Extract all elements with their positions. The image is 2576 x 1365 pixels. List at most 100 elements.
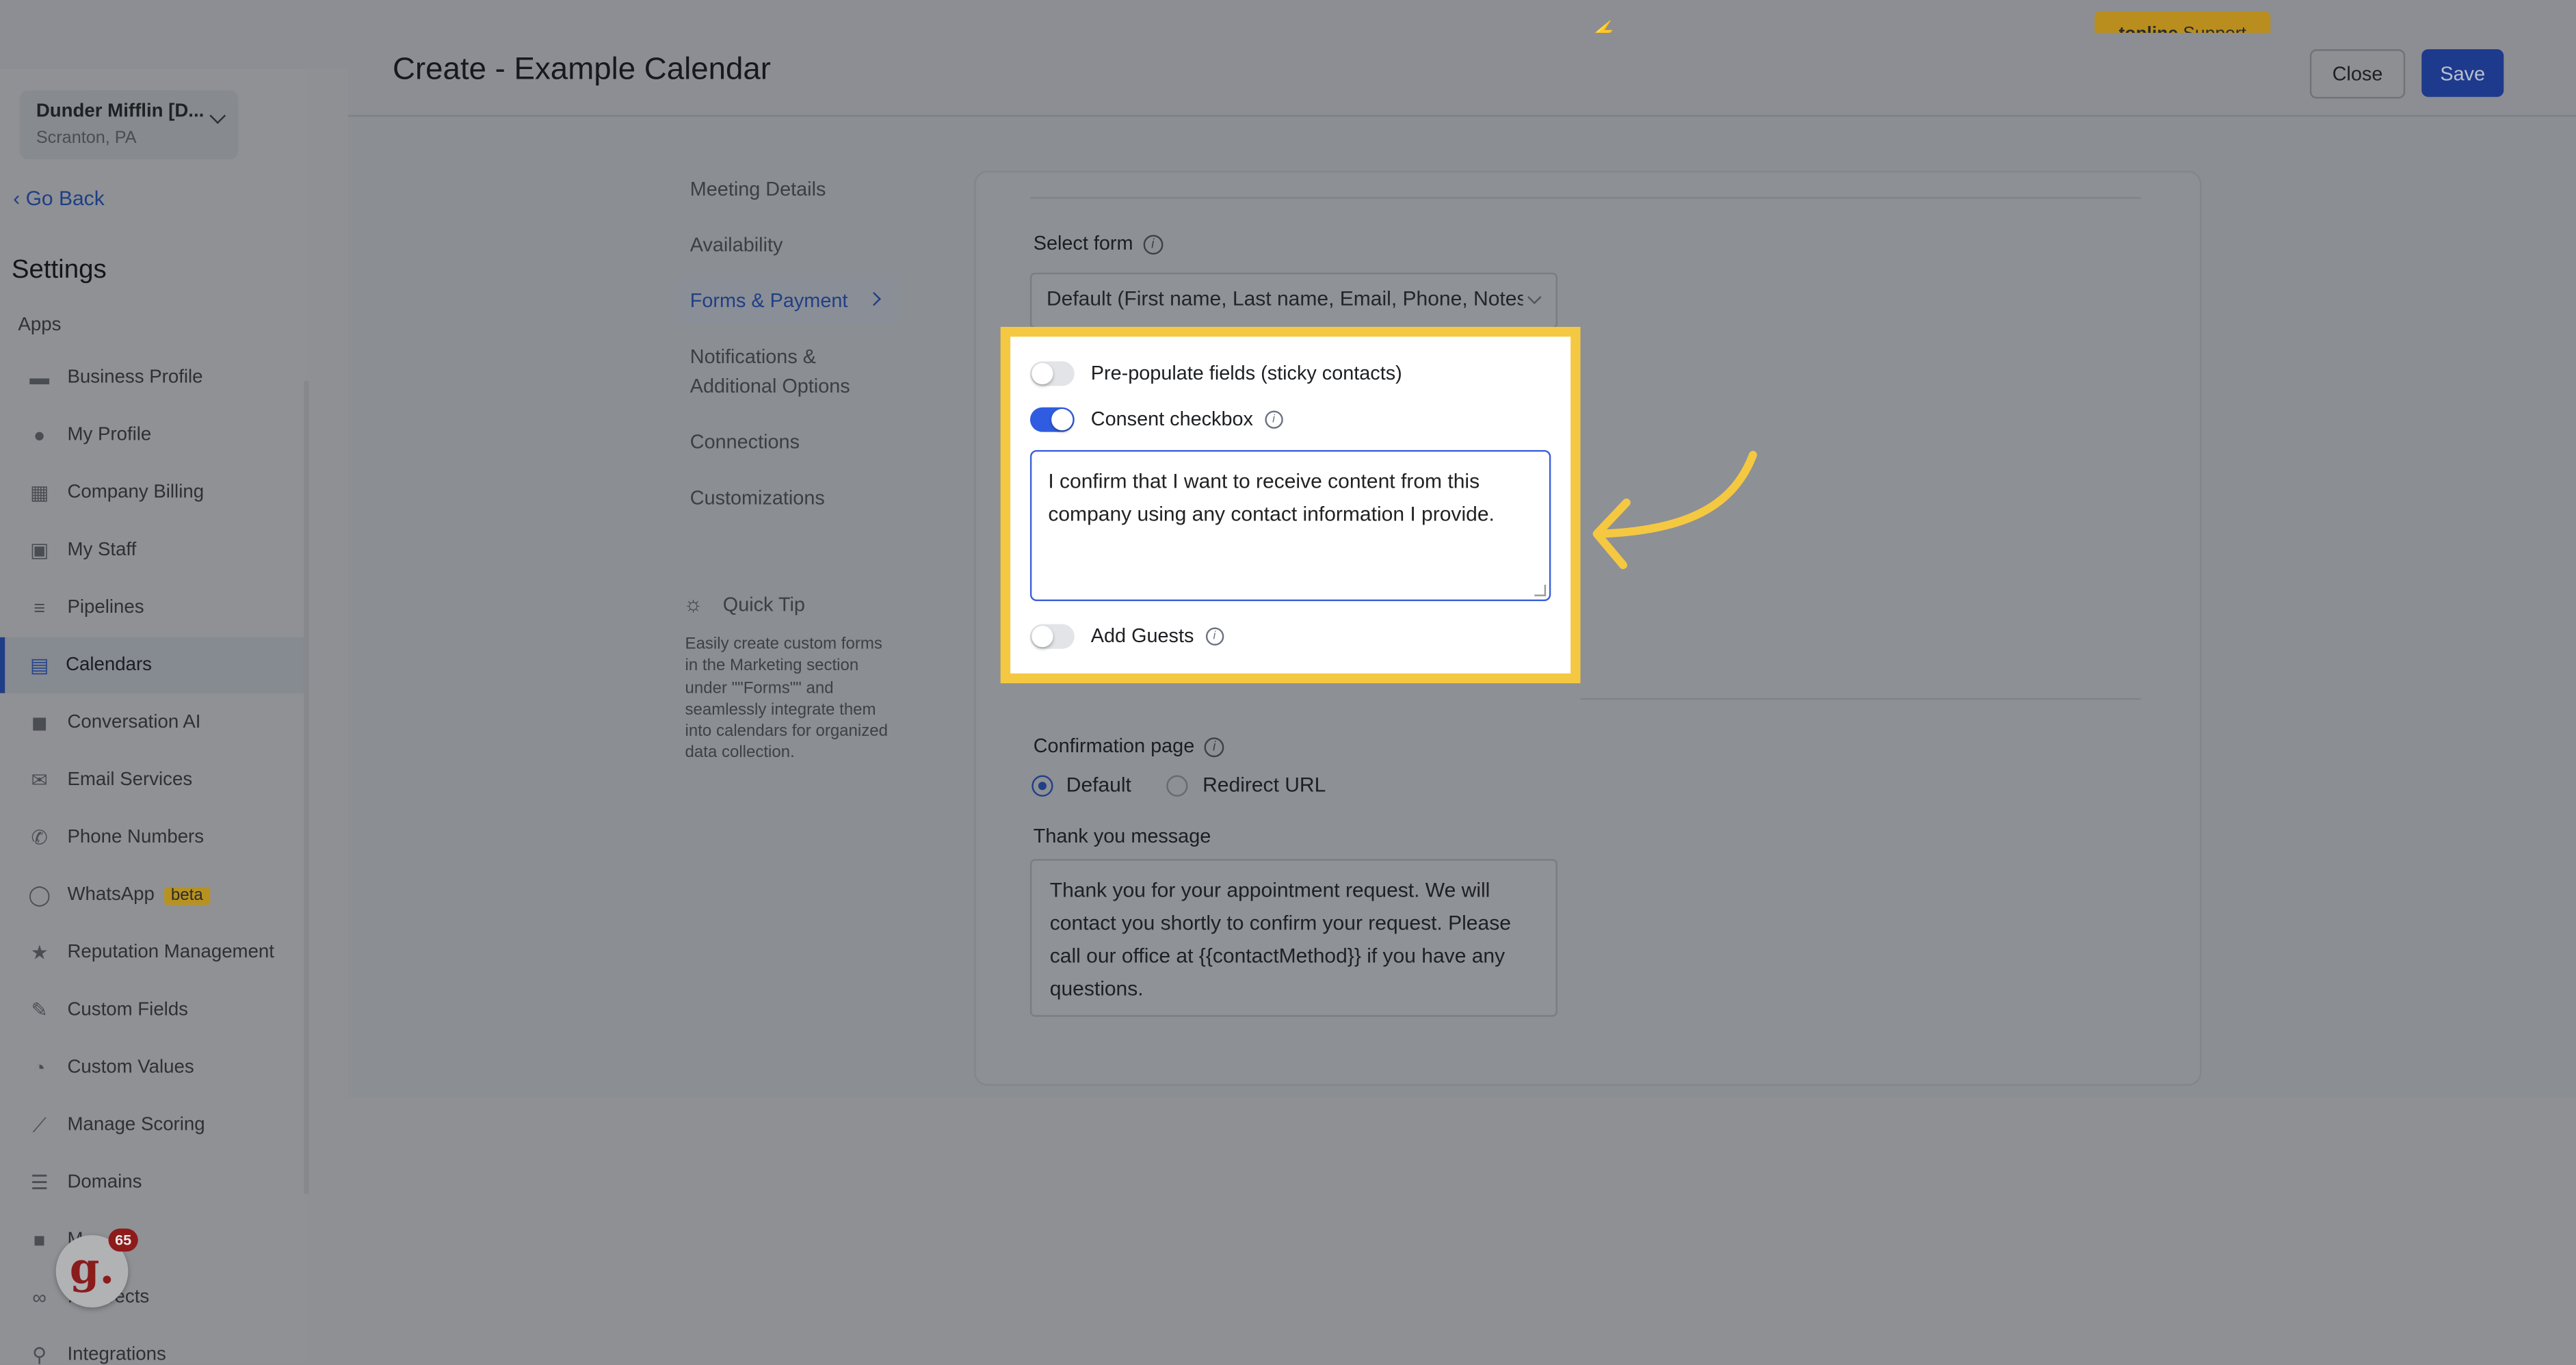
sidebar-item-conversation-ai[interactable]: ◼ Conversation AI [0,695,306,751]
save-button[interactable]: Save [2421,49,2504,97]
domain-icon: ☰ [30,1171,49,1195]
sidebar-item-email-services[interactable]: ✉ Email Services [0,752,306,808]
sidebar-item-my-staff[interactable]: ▣ My Staff [0,522,306,579]
apps-heading: Apps [18,315,62,335]
info-icon[interactable]: i [1142,235,1163,254]
form-select[interactable]: Default (First name, Last name, Email, P… [1029,272,1558,329]
sidebar-item-label: Business Profile [67,368,203,388]
sidebar-item-label: Reputation Management [67,942,274,963]
consent-toggle[interactable] [1029,407,1075,432]
sidebar-item-label: Conversation AI [67,713,201,733]
options-panel: Pre-populate fields (sticky contacts) Co… [1010,336,1571,674]
app-window: ⚡ topline Support Dunder Mifflin [D... S… [0,0,2576,1365]
consent-textarea[interactable]: I confirm that I want to receive content… [1029,450,1551,602]
toggle-knob [1031,362,1053,385]
info-icon[interactable]: i [1204,737,1224,757]
chat-icon: ◼ [31,711,48,734]
sidebar-item-label: My Staff [67,540,137,561]
sidebar-scrollbar[interactable] [304,381,309,1195]
chevron-down-icon [1527,290,1542,304]
prepopulate-toggle[interactable] [1029,361,1075,386]
briefcase-icon: ▬ [29,366,50,390]
add-guests-label: Add Guests i [1090,624,1224,648]
select-form-label: Select form i [1034,232,1163,254]
radio-default[interactable] [1031,775,1053,797]
sidebar-item-custom-values[interactable]: ◔ Custom Values [0,1039,306,1096]
sidebar-item-integrations[interactable]: ⚲ Integrations [0,1327,306,1365]
thank-you-textarea[interactable]: Thank you for your appointment request. … [1029,859,1558,1017]
sidebar-item-calendars[interactable]: ▤ Calendars [0,637,306,693]
tab-forms-payment[interactable]: Forms & Payment [678,277,899,324]
consent-text: I confirm that I want to receive content… [1048,469,1495,526]
sidebar-item-reputation-management[interactable]: ★ Reputation Management [0,925,306,981]
assistant-launcher[interactable]: g. 65 [55,1228,138,1308]
radio-redirect-label: Redirect URL [1202,773,1326,797]
tab-availability[interactable]: Availability [690,230,899,259]
account-name: Dunder Mifflin [D... [36,101,205,122]
staff-icon: ▣ [30,538,49,562]
grid-icon: ▦ [30,481,49,505]
sidebar-item-whatsapp[interactable]: ◯ WhatsApp beta [0,867,306,923]
sidebar-item-business-profile[interactable]: ▬ Business Profile [0,350,306,406]
beta-badge: beta [164,886,210,905]
account-switcher[interactable]: Dunder Mifflin [D... Scranton, PA [19,90,239,159]
thank-you-text: Thank you for your appointment request. … [1049,878,1511,1000]
sidebar-item-domains[interactable]: ☰ Domains [0,1154,306,1210]
thank-you-label: Thank you message [1033,824,1211,848]
sidebar-item-media[interactable]: ■M... [0,1212,306,1269]
sidebar-item-label: Phone Numbers [67,827,205,848]
calendar-icon: ▤ [30,653,49,677]
settings-heading: Settings [11,256,107,284]
sidebar-item-label: Integrations [67,1345,166,1365]
info-icon[interactable]: i [1205,628,1224,646]
sidebar-item-manage-scoring[interactable]: ⟋ Manage Scoring [0,1097,306,1153]
add-guests-toggle[interactable] [1029,624,1075,649]
radio-default-label: Default [1066,773,1131,797]
chevron-right-icon [867,291,881,306]
sidebar-item-label: WhatsApp beta [67,886,210,905]
confirmation-page-label: Confirmation page i [1033,734,1224,758]
sidebar-item-label: Custom Fields [67,1000,189,1020]
sidebar-item-label: Email Services [67,770,193,791]
toggle-knob [1051,409,1073,431]
tab-label: Forms & Payment [689,289,848,313]
tab-connections[interactable]: Connections [690,427,899,456]
account-location: Scranton, PA [36,128,137,148]
divider [1029,197,2141,199]
tab-notifications[interactable]: Notifications & Additional Options [690,342,887,401]
tab-customizations[interactable]: Customizations [690,483,899,512]
confirmation-page-text: Confirmation page [1033,734,1195,758]
tab-meeting-details[interactable]: Meeting Details [690,174,899,204]
star-icon: ★ [30,941,49,964]
sidebar-item-label: Company Billing [67,483,205,503]
quick-tip-title: Quick Tip [722,593,805,616]
link-icon: ∞ [32,1286,47,1310]
sidebar-item-redirects[interactable]: ∞...edirects [0,1270,306,1326]
sidebar-item-label: My Profile [67,425,152,445]
sidebar-item-my-profile[interactable]: ● My Profile [0,408,306,464]
chevron-down-icon [209,107,226,124]
sidebar-item-label: Calendars [66,655,152,676]
go-back-link[interactable]: ‹ Go Back [13,187,104,211]
sidebar-item-phone-numbers[interactable]: ✆ Phone Numbers [0,810,306,866]
notification-count: 65 [108,1228,138,1252]
add-guests-text: Add Guests [1090,624,1194,648]
page-title: Create - Example Calendar [393,52,771,88]
filter-icon: ≡ [34,596,46,620]
lightbulb-icon: ☼ [683,591,703,616]
radio-redirect-url[interactable] [1166,775,1188,797]
sidebar-item-company-billing[interactable]: ▦ Company Billing [0,465,306,521]
email-icon: ✉ [31,769,48,792]
whatsapp-icon: ◯ [28,884,51,907]
sidebar-item-custom-fields[interactable]: ✎ Custom Fields [0,982,306,1038]
consent-label-text: Consent checkbox [1090,407,1253,431]
close-button[interactable]: Close [2309,49,2406,99]
form-select-value: Default (First name, Last name, Email, P… [1046,287,1523,310]
info-icon[interactable]: i [1264,411,1283,429]
pointer-arrow-icon [1592,451,1757,570]
resize-handle[interactable] [1534,585,1547,596]
chart-icon: ⟋ [32,1113,47,1137]
sidebar-item-label: Custom Values [67,1057,194,1078]
sidebar-item-pipelines[interactable]: ≡ Pipelines [0,580,306,636]
sidebar-item-label: Manage Scoring [67,1115,205,1135]
